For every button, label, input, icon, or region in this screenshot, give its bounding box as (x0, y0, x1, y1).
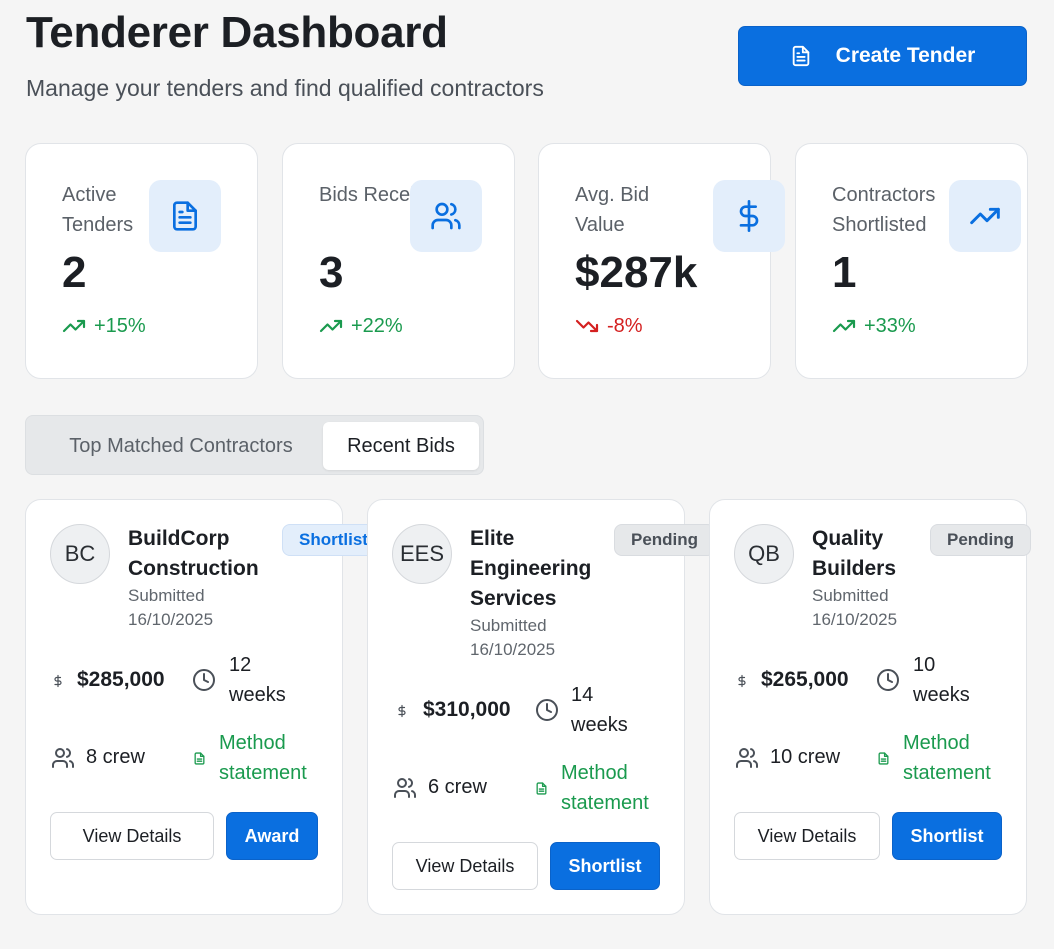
bid-card: BC BuildCorp Construction Submitted 16/1… (25, 499, 405, 915)
crew-size: 10 crew (770, 746, 841, 768)
page-title: Tenderer Dashboard (26, 8, 448, 57)
bid-amount: $285,000 (77, 668, 165, 691)
stat-label: Contractors Shortlisted (832, 184, 936, 236)
avatar: BC (50, 524, 110, 584)
stat-trend: -8% (575, 314, 643, 338)
bid-card: EES Elite Engineering Services Submitted… (367, 499, 716, 915)
avatar: EES (392, 524, 452, 584)
stat-card-bids-received: Bids Received 3 +22% (282, 143, 515, 379)
create-tender-button[interactable]: Create Tender (738, 26, 1027, 86)
crew-size: 8 crew (86, 746, 145, 768)
stat-value: $287k (575, 248, 698, 297)
stat-value: 1 (832, 248, 857, 297)
clock-icon (876, 668, 900, 692)
bid-card: QB Quality Builders Submitted 16/10/2025… (709, 499, 1032, 915)
users-icon (50, 746, 76, 770)
view-details-button[interactable]: View Details (50, 812, 214, 860)
bidder-name: Elite Engineering Services (470, 527, 592, 610)
bidder-name: BuildCorp Construction (128, 527, 259, 580)
bid-duration: 10 weeks (913, 654, 970, 706)
trending-down-icon (575, 319, 599, 333)
trending-up-icon (319, 319, 343, 333)
trending-up-icon (832, 319, 856, 333)
clock-icon (192, 668, 216, 692)
avatar: QB (734, 524, 794, 584)
dollar-icon (734, 670, 750, 692)
dollar-icon (394, 700, 410, 722)
page-subtitle: Manage your tenders and find qualified c… (26, 75, 544, 101)
trending-up-icon (62, 319, 86, 333)
bid-duration: 14 weeks (571, 684, 628, 736)
dollar-icon (50, 670, 66, 692)
stat-value: 2 (62, 248, 87, 297)
tab-top-matched-contractors[interactable]: Top Matched Contractors (36, 422, 326, 470)
file-icon (876, 750, 890, 766)
stat-card-active-tenders: Active Tenders 2 +15% (25, 143, 258, 379)
stat-trend-value: +15% (94, 314, 146, 337)
stat-value: 3 (319, 248, 344, 297)
submitted-date: Submitted 16/10/2025 (812, 586, 898, 629)
create-tender-label: Create Tender (835, 44, 976, 67)
users-icon (392, 776, 418, 800)
view-details-button[interactable]: View Details (734, 812, 880, 860)
document-icon (792, 45, 809, 67)
method-statement-link[interactable]: Method statement (219, 728, 329, 788)
users-icon (734, 746, 760, 770)
clock-icon (535, 698, 559, 722)
status-badge: Pending (930, 524, 1032, 556)
bid-amount: $265,000 (761, 668, 849, 691)
method-statement-link[interactable]: Method statement (903, 728, 1013, 788)
stat-trend-value: +33% (864, 314, 916, 337)
stat-trend: +22% (319, 314, 403, 338)
document-icon (149, 180, 221, 252)
submitted-date: Submitted 16/10/2025 (128, 586, 214, 629)
stat-trend: +33% (832, 314, 916, 338)
stat-trend-value: +22% (351, 314, 403, 337)
dollar-icon (713, 180, 785, 252)
stat-trend-value: -8% (607, 314, 643, 337)
stat-trend: +15% (62, 314, 146, 338)
crew-size: 6 crew (428, 776, 487, 798)
file-icon (534, 780, 548, 796)
stat-card-contractors-shortlisted: Contractors Shortlisted 1 +33% (795, 143, 1028, 379)
trending-up-icon (949, 180, 1021, 252)
award-button[interactable]: Award (226, 812, 318, 860)
file-icon (192, 750, 206, 766)
bid-duration: 12 weeks (229, 654, 286, 706)
shortlist-button[interactable]: Shortlist (892, 812, 1002, 860)
shortlist-button[interactable]: Shortlist (550, 842, 660, 890)
users-icon (410, 180, 482, 252)
view-details-button[interactable]: View Details (392, 842, 538, 890)
method-statement-link[interactable]: Method statement (561, 758, 671, 818)
stat-label: Avg. Bid Value (575, 184, 650, 236)
stat-card-avg-bid-value: Avg. Bid Value $287k -8% (538, 143, 785, 379)
bid-amount: $310,000 (423, 698, 511, 721)
submitted-date: Submitted 16/10/2025 (470, 616, 556, 659)
tab-bar: Top Matched Contractors Recent Bids (25, 415, 484, 475)
status-badge: Pending (614, 524, 716, 556)
tab-recent-bids[interactable]: Recent Bids (323, 422, 479, 470)
